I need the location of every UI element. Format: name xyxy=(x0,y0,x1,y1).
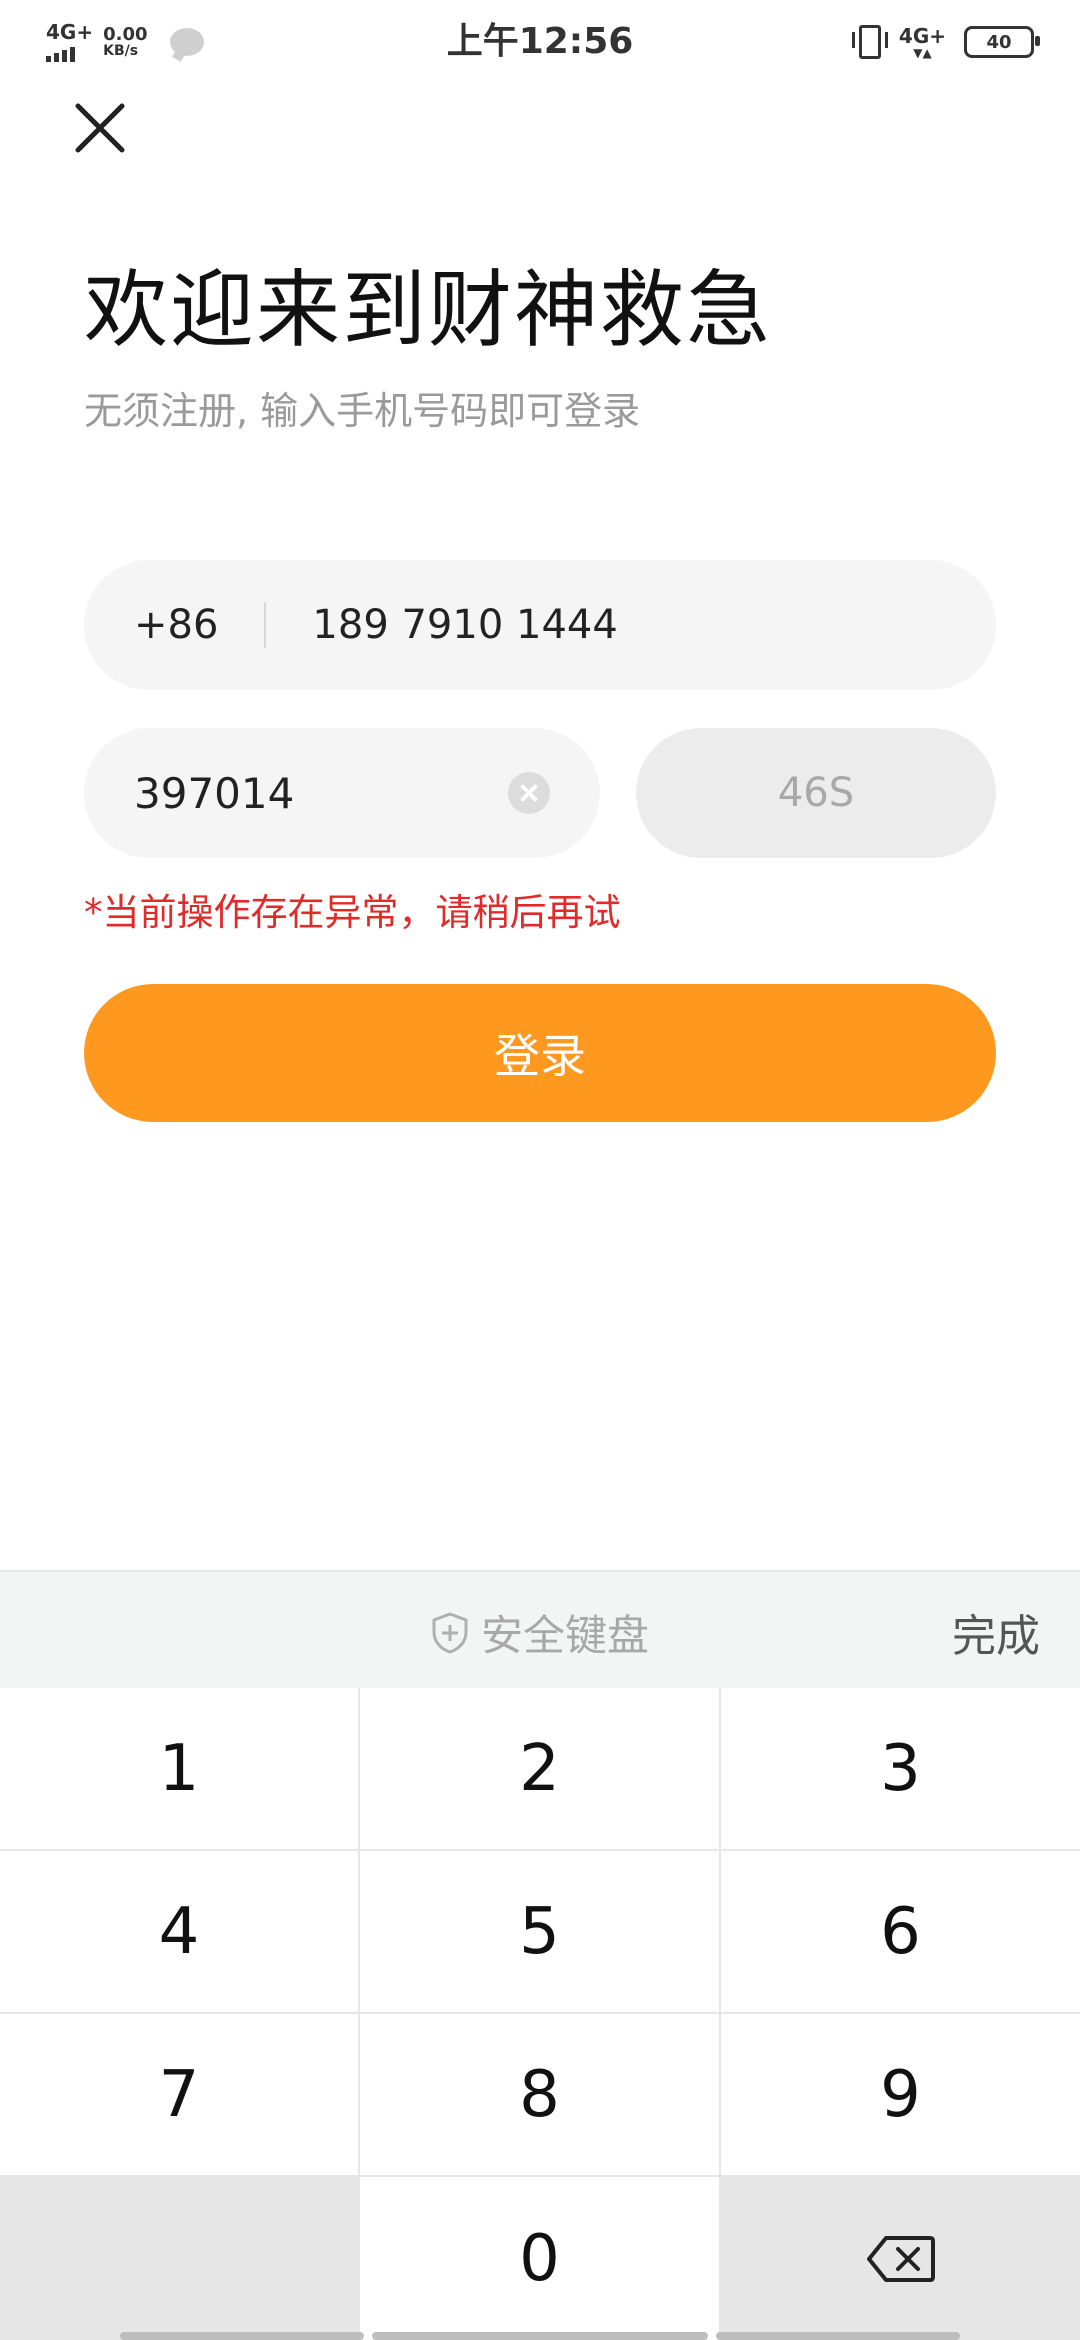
vibrate-icon xyxy=(851,25,888,59)
nav-gesture-bar-left xyxy=(120,2332,364,2340)
shield-icon xyxy=(432,1611,468,1654)
battery-icon: 40 xyxy=(964,26,1040,58)
clear-input-icon[interactable] xyxy=(508,772,550,814)
network-type-right-label: 4G+ xyxy=(898,24,946,48)
key-4[interactable]: 4 xyxy=(0,1851,358,2012)
verification-code-field[interactable]: 397014 xyxy=(84,728,600,858)
status-right: 4G+ ▼▲ 40 xyxy=(851,20,1040,64)
key-1[interactable]: 1 xyxy=(0,1688,358,1849)
phone-input-field[interactable]: +86 189 7910 1444 xyxy=(84,560,996,690)
login-button[interactable]: 登录 xyxy=(84,984,996,1122)
nav-gesture-bar-right xyxy=(716,2332,960,2340)
numeric-keypad: 1 2 3 4 5 6 7 8 9 0 xyxy=(0,1688,1080,2340)
network-type-right: 4G+ ▼▲ xyxy=(899,25,946,59)
field-divider xyxy=(264,602,267,648)
key-2[interactable]: 2 xyxy=(360,1688,719,1849)
page-title: 欢迎来到财神救急 xyxy=(84,261,773,359)
key-8[interactable]: 8 xyxy=(360,2014,719,2175)
key-6[interactable]: 6 xyxy=(721,1851,1080,2012)
status-bar: 4G+ 0.00 KB/s 上午12:56 4G+ ▼▲ 40 xyxy=(0,0,1080,84)
verification-code-value[interactable]: 397014 xyxy=(134,769,508,818)
data-arrows-icon: ▼▲ xyxy=(913,46,932,60)
secure-keyboard-label: 安全键盘 xyxy=(480,1611,649,1660)
empty-key xyxy=(0,2177,358,2340)
close-button[interactable] xyxy=(70,98,130,158)
error-message: *当前操作存在异常，请稍后再试 xyxy=(84,891,621,934)
phone-number-value[interactable]: 189 7910 1444 xyxy=(312,602,617,648)
resend-code-countdown-button[interactable]: 46S xyxy=(636,728,996,858)
key-0[interactable]: 0 xyxy=(360,2177,719,2340)
backspace-key[interactable] xyxy=(721,2177,1080,2340)
battery-level: 40 xyxy=(986,31,1012,53)
close-icon xyxy=(75,103,125,153)
page-subtitle: 无须注册, 输入手机号码即可登录 xyxy=(84,389,641,433)
nav-gesture-bar-center xyxy=(372,2332,708,2340)
key-5[interactable]: 5 xyxy=(360,1851,719,2012)
key-9[interactable]: 9 xyxy=(721,2014,1080,2175)
key-3[interactable]: 3 xyxy=(721,1688,1080,1849)
secure-keyboard-title: 安全键盘 xyxy=(0,1602,1080,1663)
key-7[interactable]: 7 xyxy=(0,2014,358,2175)
keyboard-toolbar: 安全键盘 完成 xyxy=(0,1570,1080,1690)
keyboard-done-button[interactable]: 完成 xyxy=(952,1600,1040,1664)
country-code-selector[interactable]: +86 xyxy=(134,602,218,648)
backspace-icon xyxy=(866,2235,935,2282)
